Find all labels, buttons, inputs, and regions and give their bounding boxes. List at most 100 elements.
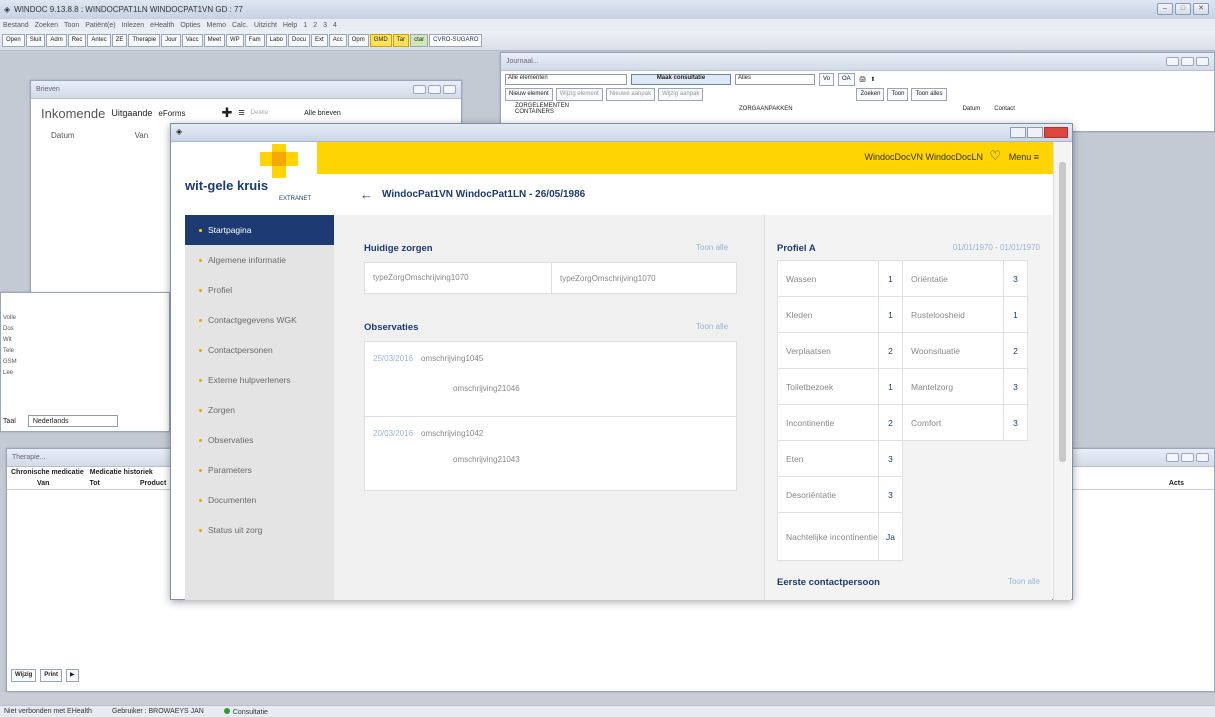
tab-medication-history[interactable]: Medicatie historiek bbox=[90, 469, 153, 476]
toolbar-button[interactable]: Fam bbox=[244, 34, 265, 47]
journal-maximize[interactable] bbox=[1181, 57, 1194, 66]
menu-item[interactable]: Calc. bbox=[232, 22, 248, 29]
toolbar-button[interactable]: ctar bbox=[410, 34, 429, 47]
printer-icon[interactable]: 🖨 bbox=[859, 76, 867, 83]
menu-item[interactable]: Bestand bbox=[3, 22, 29, 29]
menu-item[interactable]: Zoeken bbox=[35, 22, 58, 29]
profile-row[interactable]: Oriëntatie 3 bbox=[902, 260, 1028, 297]
toolbar-button[interactable]: Opm bbox=[347, 34, 369, 47]
stethoscope-icon[interactable]: ♡ bbox=[989, 148, 1001, 164]
observation-entry[interactable]: 20/03/2016 omschrijving1042 omschrijving… bbox=[365, 417, 736, 491]
observaties-toon-alle-link[interactable]: Toon alle bbox=[696, 322, 728, 331]
delete-button[interactable]: Delete bbox=[251, 110, 268, 116]
tab-eforms[interactable]: eForms bbox=[158, 109, 185, 118]
observation-entry[interactable]: 25/03/2016 omschrijving1045 omschrijving… bbox=[365, 342, 736, 417]
sidebar-item[interactable]: Status uit zorg bbox=[185, 515, 334, 545]
profile-row[interactable]: Rusteloosheid 1 bbox=[902, 296, 1028, 333]
profile-row[interactable]: Desoriëntatie 3 bbox=[777, 476, 903, 513]
show-all-button[interactable]: Toon alles bbox=[911, 88, 947, 101]
tab-uitgaande[interactable]: Uitgaande bbox=[111, 108, 152, 118]
menu-item[interactable]: Uitzicht bbox=[254, 22, 277, 29]
therapie-maximize[interactable] bbox=[1181, 453, 1194, 462]
contact-toon-alle-link[interactable]: Toon alle bbox=[1008, 577, 1040, 586]
journal-oa-button[interactable]: OA bbox=[838, 73, 855, 86]
minimize-button[interactable]: – bbox=[1157, 3, 1173, 15]
toolbar-button[interactable]: Sluit bbox=[25, 34, 46, 47]
sidebar-item[interactable]: Parameters bbox=[185, 455, 334, 485]
close-button[interactable]: ✕ bbox=[1193, 3, 1209, 15]
sidebar-item[interactable]: Documenten bbox=[185, 485, 334, 515]
menu-button[interactable]: Menu ≡ bbox=[1009, 152, 1039, 162]
menu-item[interactable]: 2 bbox=[313, 22, 317, 29]
toolbar-button[interactable]: Open bbox=[2, 34, 25, 47]
profile-row[interactable]: Eten 3 bbox=[777, 440, 903, 477]
sidebar-item[interactable]: Externe hulpverleners bbox=[185, 365, 334, 395]
back-arrow-icon[interactable]: ← bbox=[360, 187, 373, 202]
maximize-button[interactable]: □ bbox=[1175, 3, 1191, 15]
upload-icon[interactable]: ⬆ bbox=[870, 76, 875, 83]
menu-item[interactable]: 4 bbox=[333, 22, 337, 29]
tree-zorgaanpakken[interactable]: ZORGAANPAKKEN bbox=[739, 106, 793, 112]
menu-item[interactable]: Patiënt(e) bbox=[85, 22, 115, 29]
profile-row[interactable]: Woonsituatie 2 bbox=[902, 332, 1028, 369]
modal-minimize[interactable] bbox=[1010, 127, 1026, 138]
brieven-close[interactable] bbox=[443, 85, 456, 94]
toolbar-button[interactable]: Therapie bbox=[128, 34, 161, 47]
menu-item[interactable]: Opties bbox=[180, 22, 200, 29]
toolbar-button[interactable]: Antec bbox=[87, 34, 111, 47]
journal-close[interactable] bbox=[1196, 57, 1209, 66]
toolbar-button[interactable]: Docu bbox=[288, 34, 311, 47]
sidebar-item[interactable]: Profiel bbox=[185, 275, 334, 305]
journal-minimize[interactable] bbox=[1166, 57, 1179, 66]
edit-approach-button[interactable]: Wijzig aanpak bbox=[658, 88, 704, 101]
therapie-minimize[interactable] bbox=[1166, 453, 1179, 462]
edit-button[interactable]: Wijzig bbox=[11, 669, 37, 682]
modal-maximize[interactable] bbox=[1027, 127, 1043, 138]
profile-row[interactable]: Incontinentie 2 bbox=[777, 404, 903, 441]
menu-item[interactable]: eHealth bbox=[150, 22, 174, 29]
profile-row[interactable]: Nachtelijke incontinentie Ja bbox=[777, 512, 903, 561]
journal-filter-select[interactable]: Alle elementen bbox=[505, 74, 627, 85]
sidebar-item[interactable]: Algemene informatie bbox=[185, 245, 334, 275]
modal-close[interactable] bbox=[1044, 127, 1068, 138]
new-approach-button[interactable]: Nieuwe aanpak bbox=[605, 88, 656, 101]
tab-chronic-medication[interactable]: Chronische medicatie bbox=[11, 469, 84, 476]
list-menu-icon[interactable]: ≡ bbox=[238, 107, 244, 119]
zorg-item[interactable]: typeZorgOmschrijving1070 bbox=[365, 263, 552, 293]
search-button[interactable]: Zoeken bbox=[856, 88, 885, 101]
add-icon[interactable]: ✚ bbox=[222, 105, 233, 121]
menu-item[interactable]: 1 bbox=[303, 22, 307, 29]
toolbar-button[interactable]: Labo bbox=[265, 34, 288, 47]
show-button[interactable]: Toon bbox=[887, 88, 909, 101]
profile-row[interactable]: Toiletbezoek 1 bbox=[777, 368, 903, 405]
user-name[interactable]: WindocDocVN WindocDocLN bbox=[864, 152, 983, 162]
huidige-toon-alle-link[interactable]: Toon alle bbox=[696, 243, 728, 252]
menu-item[interactable]: 3 bbox=[323, 22, 327, 29]
language-select[interactable]: Nederlands bbox=[27, 415, 118, 427]
toolbar-button[interactable]: ZE bbox=[111, 34, 128, 47]
scroll-thumb[interactable] bbox=[1059, 162, 1066, 462]
menu-item[interactable]: Help bbox=[283, 22, 297, 29]
menu-item[interactable]: Memo bbox=[207, 22, 226, 29]
profile-row[interactable]: Kleden 1 bbox=[777, 296, 903, 333]
profile-row[interactable]: Verplaatsen 2 bbox=[777, 332, 903, 369]
toolbar-button[interactable]: Ext bbox=[311, 34, 328, 47]
toolbar-button[interactable]: Vacc bbox=[181, 34, 203, 47]
print-button[interactable]: Print bbox=[40, 669, 62, 682]
menu-item[interactable]: Inlezen bbox=[122, 22, 145, 29]
edit-element-button[interactable]: Wijzig element bbox=[555, 88, 603, 101]
journal-vo-button[interactable]: Vo bbox=[819, 73, 835, 86]
toolbar-button[interactable]: Meet bbox=[203, 34, 225, 47]
export-pdf-icon[interactable]: ▶ bbox=[65, 669, 79, 682]
zorg-item[interactable]: typeZorgOmschrijving1070 bbox=[552, 274, 656, 283]
menu-item[interactable]: Toon bbox=[64, 22, 79, 29]
tab-inkomende[interactable]: Inkomende bbox=[41, 106, 105, 121]
toolbar-button[interactable]: Acc bbox=[328, 34, 347, 47]
toolbar-button[interactable]: Tar bbox=[392, 34, 410, 47]
toolbar-button[interactable]: GMD bbox=[369, 34, 392, 47]
toolbar-button[interactable]: CVRO-SUGARO bbox=[429, 34, 483, 47]
new-element-button[interactable]: Nieuw element bbox=[505, 88, 553, 101]
modal-scrollbar[interactable] bbox=[1053, 142, 1071, 600]
toolbar-button[interactable]: Adm bbox=[46, 34, 67, 47]
toolbar-button[interactable]: WP bbox=[226, 34, 244, 47]
